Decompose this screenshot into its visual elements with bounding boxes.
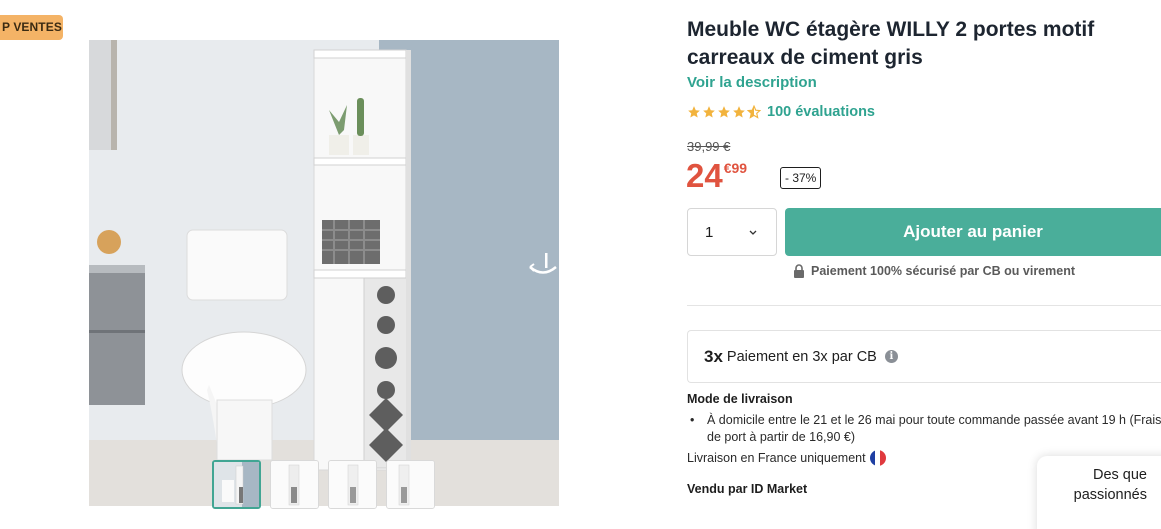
thumbnail-2[interactable] xyxy=(270,460,319,509)
section-divider xyxy=(687,305,1161,306)
star-icon xyxy=(733,106,745,118)
thumbnail-3[interactable] xyxy=(328,460,377,509)
thumbnail-gallery xyxy=(212,460,435,509)
chat-widget[interactable]: Des que passionnés xyxy=(1037,456,1161,529)
seller-label[interactable]: Vendu par ID Market xyxy=(687,482,807,496)
add-to-cart-button[interactable]: Ajouter au panier xyxy=(785,208,1161,256)
star-icon xyxy=(703,106,715,118)
delivery-list: • À domicile entre le 21 et le 26 mai po… xyxy=(690,412,1161,446)
quantity-select[interactable]: 1 xyxy=(687,208,777,256)
half-star-icon xyxy=(747,105,761,119)
thumbnail-1[interactable] xyxy=(212,460,261,509)
lock-icon xyxy=(794,264,804,278)
secure-payment-note: Paiement 100% sécurisé par CB ou viremen… xyxy=(793,264,1075,278)
chat-line-2: passionnés xyxy=(1073,487,1147,503)
rotate-360-icon[interactable] xyxy=(527,250,559,280)
delivery-item-home: À domicile entre le 21 et le 26 mai pour… xyxy=(707,413,1161,444)
product-rating[interactable]: 100 évaluations xyxy=(687,104,875,120)
payment-3x-box[interactable]: 3x Paiement en 3x par CB i xyxy=(687,330,1161,383)
price-integer: 24 xyxy=(686,157,723,194)
chat-line-1: Des que xyxy=(1092,467,1147,483)
star-icon xyxy=(688,106,700,118)
rating-count[interactable]: 100 évaluations xyxy=(767,104,875,120)
secure-payment-label: Paiement 100% sécurisé par CB ou viremen… xyxy=(811,264,1076,278)
quantity-value: 1 xyxy=(705,223,714,241)
top-ventes-badge: P VENTES xyxy=(0,15,63,40)
view-description-link[interactable]: Voir la description xyxy=(687,74,817,91)
payment-3x-prefix: 3x xyxy=(704,346,723,366)
delivery-france-label: Livraison en France uniquement xyxy=(687,451,866,465)
product-main-image[interactable] xyxy=(89,40,559,506)
info-icon[interactable]: i xyxy=(884,350,898,363)
current-price: 24 €99 xyxy=(686,156,747,196)
thumbnail-4[interactable] xyxy=(386,460,435,509)
old-price: 39,99 € xyxy=(687,139,731,154)
chevron-down-icon xyxy=(749,230,757,235)
delivery-france-only: Livraison en France uniquement xyxy=(687,450,886,466)
discount-badge: - 37% xyxy=(780,167,822,189)
product-title: Meuble WC étagère WILLY 2 portes motif c… xyxy=(687,18,1095,69)
payment-3x-label: Paiement en 3x par CB xyxy=(726,348,877,365)
star-icon xyxy=(718,106,730,118)
price-decimal: €99 xyxy=(723,160,748,176)
rating-stars xyxy=(687,105,761,119)
france-flag-icon xyxy=(869,450,886,466)
delivery-mode-title: Mode de livraison xyxy=(687,392,793,406)
bullet-icon: • xyxy=(690,413,695,427)
